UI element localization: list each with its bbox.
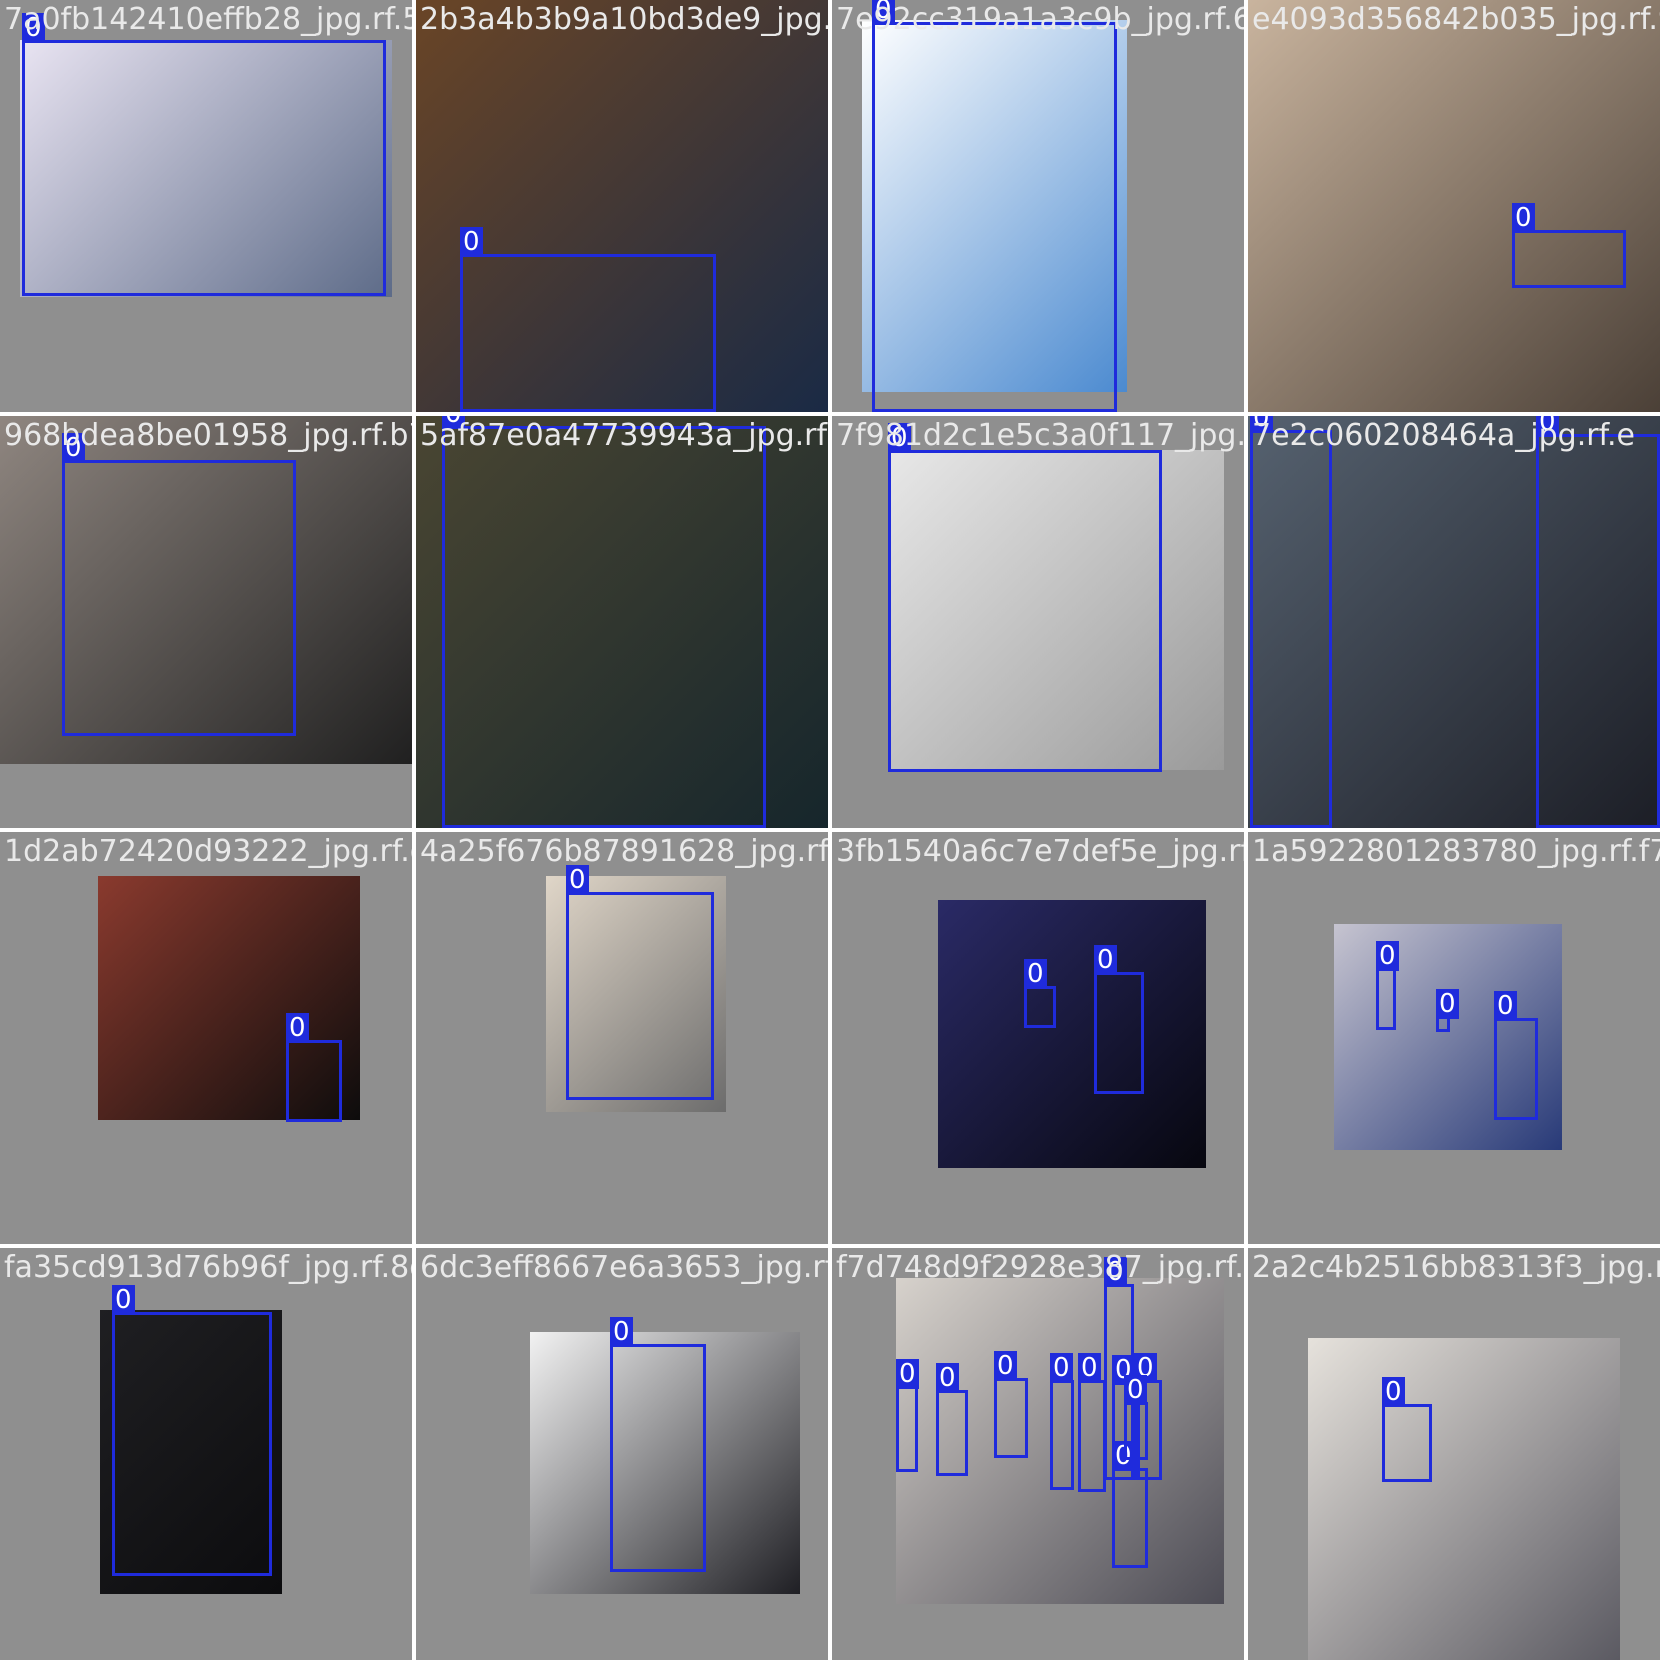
detection-class-label: 0	[1376, 941, 1399, 971]
mosaic-tile: 0 1d2ab72420d93222_jpg.rf.dd	[0, 832, 412, 1244]
tile-photo-fill	[1248, 0, 1660, 412]
detection-box: 0	[1024, 959, 1056, 1028]
detection-box: 0	[1436, 989, 1459, 1032]
detection-class-label: 0	[1494, 991, 1517, 1021]
detection-box: 0	[872, 0, 1117, 412]
detection-box: 0	[1376, 941, 1399, 1030]
detection-box: 0	[1124, 1375, 1148, 1460]
detection-class-label: 0	[1382, 1377, 1405, 1407]
detection-box: 0	[610, 1317, 706, 1572]
detection-box: 0	[1382, 1377, 1432, 1482]
detection-box: 0	[566, 865, 714, 1100]
mosaic-tile: 0 0 0 0 0 0 0 0 0 0 f7d748d9f2928e387_jpg.rf.70	[832, 1248, 1244, 1660]
detection-box: 0	[1494, 991, 1538, 1120]
detection-class-label: 0	[1094, 945, 1117, 975]
detection-class-label: 0	[610, 1317, 633, 1347]
tile-photo-fill	[938, 900, 1206, 1168]
detection-class-label: 0	[1436, 989, 1459, 1019]
mosaic-tile: 0 7e92cc319a1a3c9b_jpg.rf.6a7	[832, 0, 1244, 412]
tile-filename-label: 3fb1540a6c7e7def5e_jpg.rf.eb	[836, 834, 1244, 869]
tile-filename-label: 7e2c060208464a_jpg.rf.e	[1252, 418, 1635, 453]
detection-box: 0	[286, 1013, 342, 1122]
detection-box: 0	[1536, 416, 1660, 828]
mosaic-tile: 0 2a2c4b2516bb8313f3_jpg.rf.56	[1248, 1248, 1660, 1660]
tile-filename-label: 2a2c4b2516bb8313f3_jpg.rf.56	[1252, 1250, 1660, 1285]
detection-box: 0	[1112, 1441, 1148, 1568]
detection-box: 0	[1250, 416, 1332, 828]
tile-filename-label: 7e92cc319a1a3c9b_jpg.rf.6a7	[836, 2, 1244, 37]
mosaic-tile: 05af87e0a47739943a_jpg.rf.02	[416, 416, 828, 828]
detection-class-label: 0	[1078, 1353, 1101, 1383]
detection-class-label: 0	[1024, 959, 1047, 989]
tile-photo	[938, 900, 1206, 1168]
mosaic-tile: 0 6dc3eff8667e6a3653_jpg.rf.9a	[416, 1248, 828, 1660]
detection-box: 0	[1512, 203, 1626, 288]
detection-box: 0	[896, 1359, 919, 1472]
tile-filename-label: 968bdea8be01958_jpg.rf.b7	[4, 418, 412, 453]
mosaic-tile: 0 fa35cd913d76b96f_jpg.rf.8d5	[0, 1248, 412, 1660]
mosaic-tile: 0 0 3fb1540a6c7e7def5e_jpg.rf.eb	[832, 832, 1244, 1244]
detection-class-label: 0	[936, 1363, 959, 1393]
mosaic-tile: 0 e4093d356842b035_jpg.rf.99	[1248, 0, 1660, 412]
detection-class-label: 0	[1124, 1375, 1147, 1405]
tile-filename-label: f7d748d9f2928e387_jpg.rf.70	[836, 1250, 1244, 1285]
detection-class-label: 0	[1050, 1353, 1073, 1383]
tile-filename-label: 6dc3eff8667e6a3653_jpg.rf.9a	[420, 1250, 828, 1285]
detection-box: 0	[1078, 1353, 1106, 1492]
detection-box: 0	[460, 227, 716, 412]
detection-box: 0	[1094, 945, 1144, 1094]
tile-filename-label: 5af87e0a47739943a_jpg.rf.02	[420, 418, 828, 453]
detection-box: 0	[62, 433, 296, 736]
detection-class-label: 0	[112, 1285, 135, 1315]
mosaic-tile: 04a25f676b87891628_jpg.rf.8ad	[416, 832, 828, 1244]
detection-class-label: 0	[896, 1359, 919, 1389]
tile-photo	[1248, 0, 1660, 412]
detection-box: 0	[22, 13, 386, 296]
tile-filename-label: 7f981d2c1e5c3a0f117_jpg.rf.25	[836, 418, 1244, 453]
detection-box: 0	[888, 423, 1162, 772]
mosaic-tile: 0 7a0fb142410effb28_jpg.rf.5ca	[0, 0, 412, 412]
tile-filename-label: e4093d356842b035_jpg.rf.99	[1252, 2, 1660, 37]
detection-box: 0	[442, 416, 766, 828]
tile-photo	[1308, 1338, 1620, 1660]
tile-filename-label: 4a25f676b87891628_jpg.rf.8ad	[420, 834, 828, 869]
mosaic-tile: 0 968bdea8be01958_jpg.rf.b7	[0, 416, 412, 828]
mosaic-tile: 07f981d2c1e5c3a0f117_jpg.rf.25	[832, 416, 1244, 828]
detection-class-label: 0	[994, 1351, 1017, 1381]
detection-box: 0	[936, 1363, 968, 1476]
mosaic-grid: 0 7a0fb142410effb28_jpg.rf.5ca 0 2b3a4b3b9a…	[0, 0, 1664, 1664]
tile-filename-label: 7a0fb142410effb28_jpg.rf.5ca	[4, 2, 412, 37]
detection-class-label: 0	[460, 227, 483, 257]
mosaic-tile: 0 2b3a4b3b9a10bd3de9_jpg.rf.77b	[416, 0, 828, 412]
detection-class-label: 0	[1512, 203, 1535, 233]
tile-photo-fill	[1308, 1338, 1620, 1660]
mosaic-tile: 0 0 7e2c060208464a_jpg.rf.e	[1248, 416, 1660, 828]
mosaic-tile: 0 0 0 1a5922801283780_jpg.rf.f7f6	[1248, 832, 1660, 1244]
detection-box: 0	[994, 1351, 1028, 1458]
tile-filename-label: 1d2ab72420d93222_jpg.rf.dd	[4, 834, 412, 869]
tile-filename-label: fa35cd913d76b96f_jpg.rf.8d5	[4, 1250, 412, 1285]
tile-filename-label: 1a5922801283780_jpg.rf.f7f6	[1252, 834, 1660, 869]
tile-filename-label: 2b3a4b3b9a10bd3de9_jpg.rf.77b	[420, 2, 828, 37]
detection-box: 0	[112, 1285, 272, 1576]
detection-class-label: 0	[286, 1013, 309, 1043]
detection-box: 0	[1050, 1353, 1074, 1490]
